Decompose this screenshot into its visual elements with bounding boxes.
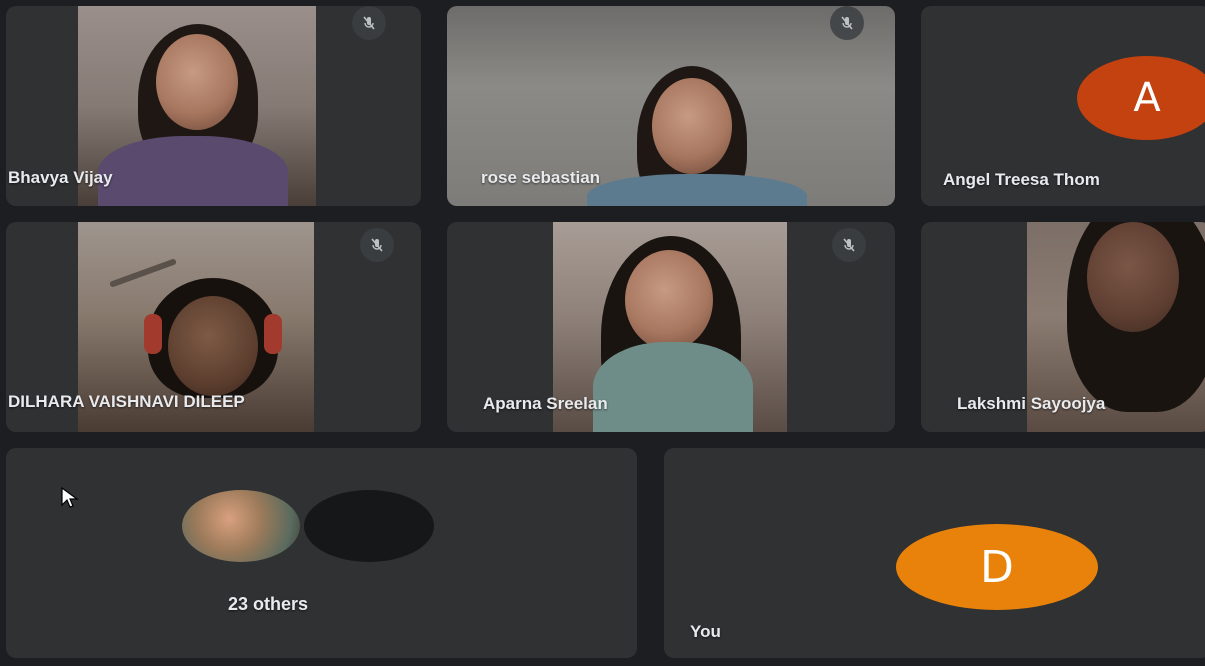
participant-tile-rose[interactable]: rose sebastian — [447, 6, 895, 206]
ceiling-fan — [109, 258, 177, 288]
others-tile[interactable]: 23 others — [6, 448, 637, 658]
others-avatar-photo — [182, 490, 300, 562]
video-feed-bhavya — [78, 6, 316, 206]
participant-name: Bhavya Vijay — [8, 168, 113, 187]
participant-name: Aparna Sreelan — [483, 394, 608, 413]
participant-name: rose sebastian — [481, 168, 601, 187]
participant-tile-dilhara[interactable]: DILHARA VAISHNAVI DILEEP — [6, 222, 421, 432]
headphones — [144, 314, 162, 354]
headphones — [264, 314, 282, 354]
mic-off-icon — [830, 6, 864, 40]
participant-name: Angel Treesa Thom — [943, 170, 1100, 189]
others-count-label: 23 others — [228, 594, 309, 614]
participant-tile-angel[interactable]: A Angel Treesa Thom — [921, 6, 1205, 206]
pointer-cursor-icon — [60, 486, 80, 515]
self-tile[interactable]: D You — [664, 448, 1205, 658]
others-avatar-placeholder — [304, 490, 434, 562]
mic-off-icon — [832, 228, 866, 262]
participant-name: Lakshmi Sayoojya — [957, 394, 1106, 413]
participant-tile-bhavya[interactable]: Bhavya Vijay — [6, 6, 421, 206]
avatar: A — [1077, 56, 1205, 140]
participant-tile-lakshmi[interactable]: Lakshmi Sayoojya — [921, 222, 1205, 432]
mic-off-icon — [360, 228, 394, 262]
participant-tile-aparna[interactable]: Aparna Sreelan — [447, 222, 895, 432]
self-label: You — [690, 622, 721, 641]
avatar: D — [896, 524, 1098, 610]
mic-off-icon — [352, 6, 386, 40]
participant-name: DILHARA VAISHNAVI DILEEP — [8, 392, 245, 411]
